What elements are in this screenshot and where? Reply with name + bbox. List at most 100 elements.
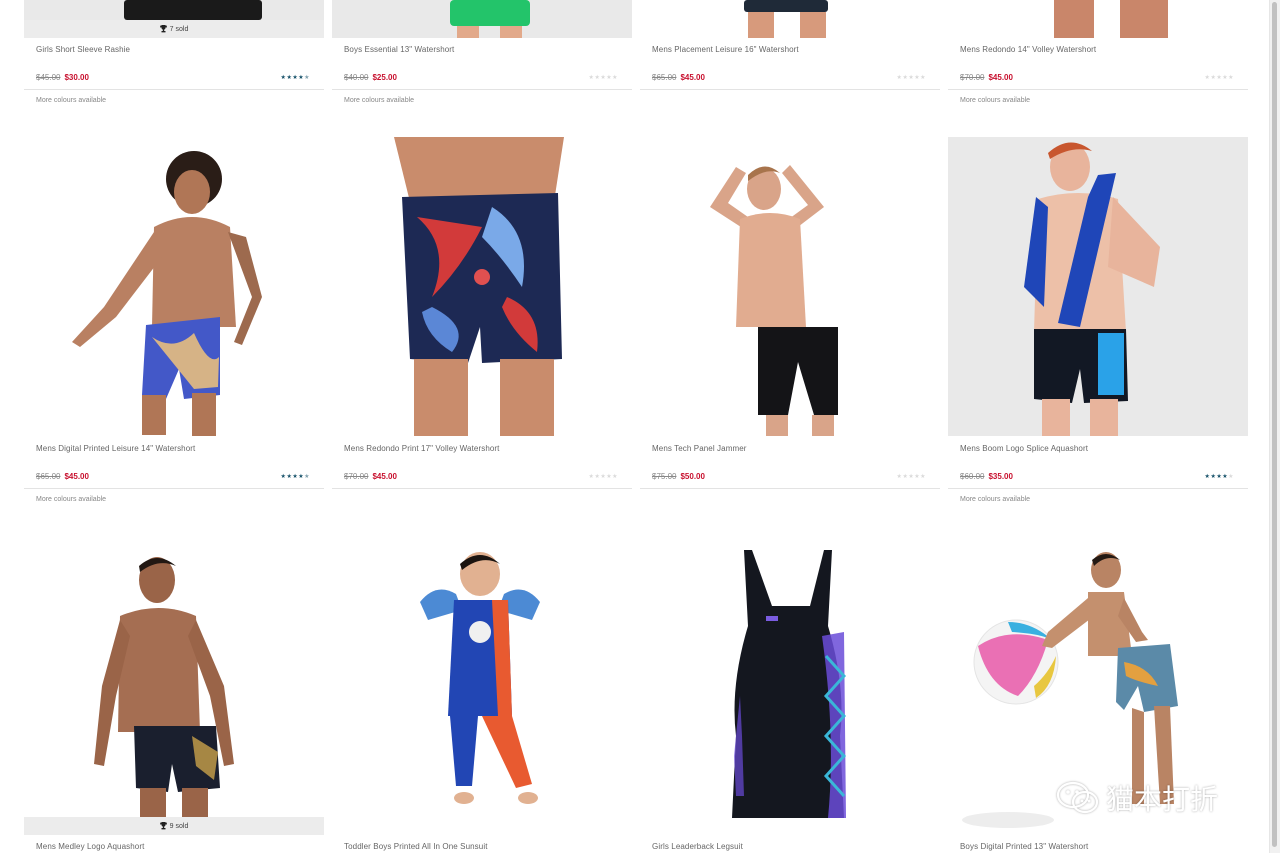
product-name[interactable]: Mens Redondo 14" Volley Watershort (960, 45, 1096, 54)
product-image[interactable] (948, 137, 1248, 436)
product-image[interactable] (332, 536, 632, 835)
rating-stars: ★★★★★ (897, 74, 926, 81)
product-grid-page: 7 sold Girls Short Sleeve Rashie $45.00 $… (0, 0, 1270, 853)
divider (24, 89, 324, 90)
rating-stars: ★★★★★ (589, 473, 618, 480)
product-card[interactable]: Girls Leaderback Legsuit (640, 536, 940, 853)
sale-price: $45.00 (680, 73, 705, 82)
original-price: $45.00 (36, 73, 61, 82)
product-photo (72, 151, 262, 436)
page-scrollbar[interactable] (1269, 0, 1280, 853)
star-icon: ★ (304, 75, 310, 81)
sale-price: $45.00 (64, 472, 89, 481)
rating-stars: ★★★★★ (897, 473, 926, 480)
price: $65.00 $45.00 (36, 472, 89, 481)
divider (640, 488, 940, 489)
rating-stars: ★★★★★ (589, 74, 618, 81)
price: $70.00 $45.00 (344, 472, 397, 481)
product-photo (450, 0, 530, 38)
divider (332, 488, 632, 489)
original-price: $60.00 (960, 472, 985, 481)
more-colours-label: More colours available (960, 97, 1031, 104)
rating-stars: ★★★★★ (1205, 473, 1234, 480)
sold-badge: 9 sold (24, 817, 324, 835)
price: $65.00 $45.00 (652, 73, 705, 82)
product-image[interactable] (24, 137, 324, 436)
sale-price: $45.00 (372, 472, 397, 481)
price: $40.00 $25.00 (344, 73, 397, 82)
star-icon: ★ (1228, 474, 1234, 480)
sale-price: $50.00 (680, 472, 705, 481)
sold-badge: 7 sold (24, 20, 324, 38)
rating-stars: ★★★★★ (281, 473, 310, 480)
divider (640, 89, 940, 90)
product-name[interactable]: Mens Boom Logo Splice Aquashort (960, 444, 1088, 453)
sale-price: $30.00 (64, 73, 89, 82)
star-icon: ★ (920, 75, 926, 81)
product-name[interactable]: Mens Digital Printed Leisure 14" Watersh… (36, 444, 195, 453)
original-price: $70.00 (344, 472, 369, 481)
product-name[interactable]: Mens Placement Leisure 16" Watershort (652, 45, 799, 54)
product-name[interactable]: Toddler Boys Printed All In One Sunsuit (344, 842, 488, 851)
original-price: $70.00 (960, 73, 985, 82)
product-photo (420, 552, 540, 804)
product-image[interactable] (332, 137, 632, 436)
star-icon: ★ (612, 474, 618, 480)
watermark: 猫本打折 (1056, 778, 1218, 818)
sold-count: 9 sold (169, 822, 189, 830)
product-card[interactable]: Boys Essential 13" Watershort $40.00 $25.… (332, 0, 632, 110)
original-price: $40.00 (344, 73, 369, 82)
divider (948, 488, 1248, 489)
product-card[interactable]: Mens Redondo 14" Volley Watershort $70.0… (948, 0, 1248, 110)
product-image[interactable] (948, 0, 1248, 38)
product-photo (94, 557, 234, 835)
product-image[interactable]: 9 sold (24, 536, 324, 835)
product-card[interactable]: 7 sold Girls Short Sleeve Rashie $45.00 $… (24, 0, 324, 110)
watermark-text: 猫本打折 (1106, 783, 1219, 816)
product-name[interactable]: Girls Leaderback Legsuit (652, 842, 743, 851)
trophy-icon (159, 822, 167, 830)
product-card[interactable]: 9 sold Mens Medley Logo Aquashort (24, 536, 324, 853)
rating-stars: ★★★★★ (1205, 74, 1234, 81)
product-card[interactable]: Mens Digital Printed Leisure 14" Watersh… (24, 137, 324, 507)
product-name[interactable]: Mens Tech Panel Jammer (652, 444, 747, 453)
price: $45.00 $30.00 (36, 73, 89, 82)
product-image[interactable] (640, 536, 940, 835)
product-image[interactable] (640, 0, 940, 38)
price: $60.00 $35.00 (960, 472, 1013, 481)
more-colours-label: More colours available (960, 496, 1031, 503)
more-colours-label: More colours available (344, 97, 415, 104)
product-image[interactable] (640, 137, 940, 436)
sale-price: $35.00 (988, 472, 1013, 481)
trophy-icon (159, 25, 167, 33)
product-card[interactable]: Toddler Boys Printed All In One Sunsuit (332, 536, 632, 853)
product-name[interactable]: Boys Digital Printed 13" Watershort (960, 842, 1088, 851)
product-photo (744, 0, 828, 38)
star-icon: ★ (1228, 75, 1234, 81)
divider (24, 488, 324, 489)
product-card[interactable]: Mens Redondo Print 17" Volley Watershort… (332, 137, 632, 507)
product-name[interactable]: Mens Redondo Print 17" Volley Watershort (344, 444, 500, 453)
original-price: $65.00 (36, 472, 61, 481)
star-icon: ★ (920, 474, 926, 480)
price: $70.00 $45.00 (960, 73, 1013, 82)
product-card[interactable]: Mens Boom Logo Splice Aquashort $60.00 $3… (948, 137, 1248, 507)
product-photo (1024, 142, 1160, 436)
sold-count: 7 sold (169, 25, 189, 33)
product-name[interactable]: Girls Short Sleeve Rashie (36, 45, 130, 54)
price: $75.00 $50.00 (652, 472, 705, 481)
star-icon: ★ (612, 75, 618, 81)
more-colours-label: More colours available (36, 97, 107, 104)
product-name[interactable]: Boys Essential 13" Watershort (344, 45, 454, 54)
product-photo (732, 550, 847, 818)
product-photo (1054, 0, 1168, 38)
product-name[interactable]: Mens Medley Logo Aquashort (36, 842, 144, 851)
product-image[interactable] (332, 0, 632, 38)
scrollbar-thumb[interactable] (1272, 2, 1277, 847)
wechat-icon (1056, 781, 1099, 814)
product-card[interactable]: Mens Tech Panel Jammer $75.00 $50.00 ★★★★… (640, 137, 940, 507)
rating-stars: ★★★★★ (281, 74, 310, 81)
more-colours-label: More colours available (36, 496, 107, 503)
product-image[interactable]: 7 sold (24, 0, 324, 38)
product-card[interactable]: Mens Placement Leisure 16" Watershort $6… (640, 0, 940, 110)
